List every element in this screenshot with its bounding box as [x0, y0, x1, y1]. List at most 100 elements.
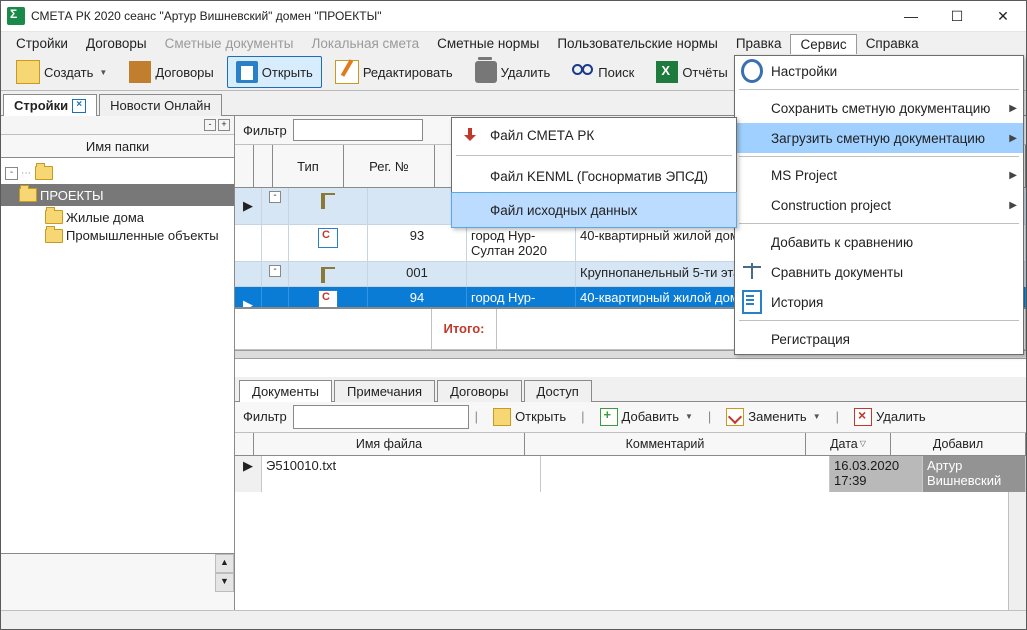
docs-filter-label: Фильтр	[243, 409, 287, 424]
docs-col-date[interactable]: Дата▽	[806, 433, 891, 455]
menu-spravka[interactable]: Справка	[857, 34, 928, 53]
scrollbar[interactable]	[1008, 492, 1026, 611]
folder-tree[interactable]: - ⋯ ПРОЕКТЫ Жилые дома Промышленные объе…	[1, 158, 234, 553]
row-expand[interactable]	[262, 287, 289, 307]
docs-col-comment[interactable]: Комментарий	[525, 433, 806, 455]
menu-separator	[739, 223, 1019, 224]
excel-icon	[656, 61, 678, 83]
menu-dogovory[interactable]: Договоры	[77, 34, 156, 53]
close-icon[interactable]: ×	[72, 99, 86, 113]
close-button[interactable]: ✕	[980, 1, 1026, 31]
menu-item-add-to-compare[interactable]: Добавить к сравнению	[735, 227, 1023, 257]
menu-item-label: Сохранить сметную документацию	[771, 101, 1001, 116]
delete-label: Удалить	[501, 65, 551, 80]
maximize-button[interactable]: ☐	[934, 1, 980, 31]
open-button[interactable]: Открыть	[227, 56, 322, 88]
statusbar	[1, 610, 1026, 629]
cell-location: город Нур-Султан 2020	[467, 287, 576, 307]
docs-col-user[interactable]: Добавил	[891, 433, 1026, 455]
menu-item-compare-docs[interactable]: Сравнить документы	[735, 257, 1023, 287]
menu-item-settings[interactable]: Настройки	[735, 56, 1023, 86]
menu-item-history[interactable]: История	[735, 287, 1023, 317]
menu-item-label: Регистрация	[771, 332, 1017, 347]
menu-stroiki[interactable]: Стройки	[7, 34, 77, 53]
row-expand[interactable]: -	[262, 188, 289, 224]
docs-open-button[interactable]: Открыть	[484, 404, 575, 430]
tree-expand-toggle[interactable]: -	[5, 167, 18, 180]
filter-input[interactable]	[293, 119, 423, 141]
menu-item-label: История	[771, 295, 1017, 310]
menu-separator	[739, 89, 1019, 90]
submenu-item-smeta-file[interactable]: Файл СМЕТА РК	[452, 118, 736, 152]
tree-row[interactable]: - ⋯	[1, 162, 234, 184]
menu-item-registration[interactable]: Регистрация	[735, 324, 1023, 354]
trash-icon	[475, 61, 497, 83]
folder-icon	[45, 229, 63, 243]
tab-notes[interactable]: Примечания	[334, 380, 435, 402]
cell-reg-number: 001	[368, 262, 467, 286]
menu-pravka[interactable]: Правка	[727, 34, 791, 53]
menu-smetnye-normy[interactable]: Сметные нормы	[428, 34, 548, 53]
docs-col-filename[interactable]: Имя файла	[254, 433, 525, 455]
delete-button[interactable]: Удалить	[466, 56, 560, 88]
tab-stroiki[interactable]: Стройки×	[3, 94, 97, 116]
row-marker: ▶	[235, 456, 262, 492]
search-button[interactable]: Поиск	[563, 56, 643, 88]
search-label: Поиск	[598, 65, 634, 80]
docs-add-button[interactable]: Добавить▼	[591, 404, 702, 430]
edit-button[interactable]: Редактировать	[326, 55, 462, 89]
row-marker	[235, 262, 262, 286]
contracts-button[interactable]: Договоры	[120, 56, 222, 88]
scales-icon	[743, 263, 761, 281]
chevron-right-icon: ▶	[1009, 103, 1017, 114]
menu-item-construction-project[interactable]: Construction project▶	[735, 190, 1023, 220]
tree-row[interactable]: ПРОЕКТЫ	[1, 184, 234, 206]
file-icon	[742, 290, 762, 314]
tab-news[interactable]: Новости Онлайн	[99, 94, 221, 116]
collapse-all-button[interactable]: -	[204, 119, 216, 131]
tree-label: Промышленные объекты	[66, 228, 219, 243]
menu-servis[interactable]: Сервис	[790, 34, 856, 54]
scroll-down-button[interactable]: ▼	[215, 573, 234, 592]
menu-item-label: Файл СМЕТА РК	[490, 128, 730, 143]
docs-tabstrip: Документы Примечания Договоры Доступ	[235, 377, 1026, 402]
row-expand[interactable]	[262, 225, 289, 261]
menu-lokalnaya-smeta: Локальная смета	[303, 34, 429, 53]
titlebar: СМЕТА РК 2020 сеанс "Артур Вишневский" д…	[1, 1, 1026, 32]
docs-grid-header: Имя файла Комментарий Дата▽ Добавил	[235, 433, 1026, 456]
tree-row[interactable]: Промышленные объекты	[1, 228, 234, 243]
chevron-down-icon: ▼	[811, 412, 821, 421]
cell-reg-number: 93	[368, 225, 467, 261]
folder-icon	[35, 166, 53, 180]
tab-access[interactable]: Доступ	[524, 380, 592, 402]
tree-row[interactable]: Жилые дома	[1, 206, 234, 228]
col-type[interactable]: Тип	[273, 145, 344, 187]
minimize-button[interactable]: —	[888, 1, 934, 31]
create-button[interactable]: Создать▼	[7, 55, 116, 89]
row-expand[interactable]: -	[262, 262, 289, 286]
submenu-item-source-file[interactable]: Файл исходных данных	[451, 192, 737, 228]
menu-item-msproject[interactable]: MS Project▶	[735, 160, 1023, 190]
tab-contracts[interactable]: Договоры	[437, 380, 521, 402]
menu-item-save-docs[interactable]: Сохранить сметную документацию ▶	[735, 93, 1023, 123]
menu-polz-normy[interactable]: Пользовательские нормы	[548, 34, 727, 53]
download-icon	[463, 128, 477, 142]
docs-delete-button[interactable]: Удалить	[845, 404, 935, 430]
tree-header: Имя папки	[1, 135, 234, 158]
expand-all-button[interactable]: +	[218, 119, 230, 131]
scroll-up-button[interactable]: ▲	[215, 554, 234, 573]
docs-row[interactable]: ▶ Э510010.txt 16.03.2020 17:39 Артур Виш…	[235, 456, 1026, 492]
docs-cell-filename: Э510010.txt	[262, 456, 541, 492]
menu-item-load-docs[interactable]: Загрузить сметную документацию▶	[735, 123, 1023, 153]
submenu-item-kenml-file[interactable]: Файл KENML (Госнорматив ЭПСД)	[452, 159, 736, 193]
tab-documents[interactable]: Документы	[239, 380, 332, 402]
col-expand[interactable]	[254, 145, 273, 187]
folder-icon	[19, 188, 37, 202]
chevron-down-icon: ▼	[97, 68, 107, 77]
docs-col-selector[interactable]	[235, 433, 254, 455]
col-reg-number[interactable]: Рег. №	[344, 145, 435, 187]
col-selector[interactable]	[235, 145, 254, 187]
docs-replace-button[interactable]: Заменить▼	[717, 404, 829, 430]
menu-separator	[739, 320, 1019, 321]
docs-filter-input[interactable]	[293, 405, 469, 429]
